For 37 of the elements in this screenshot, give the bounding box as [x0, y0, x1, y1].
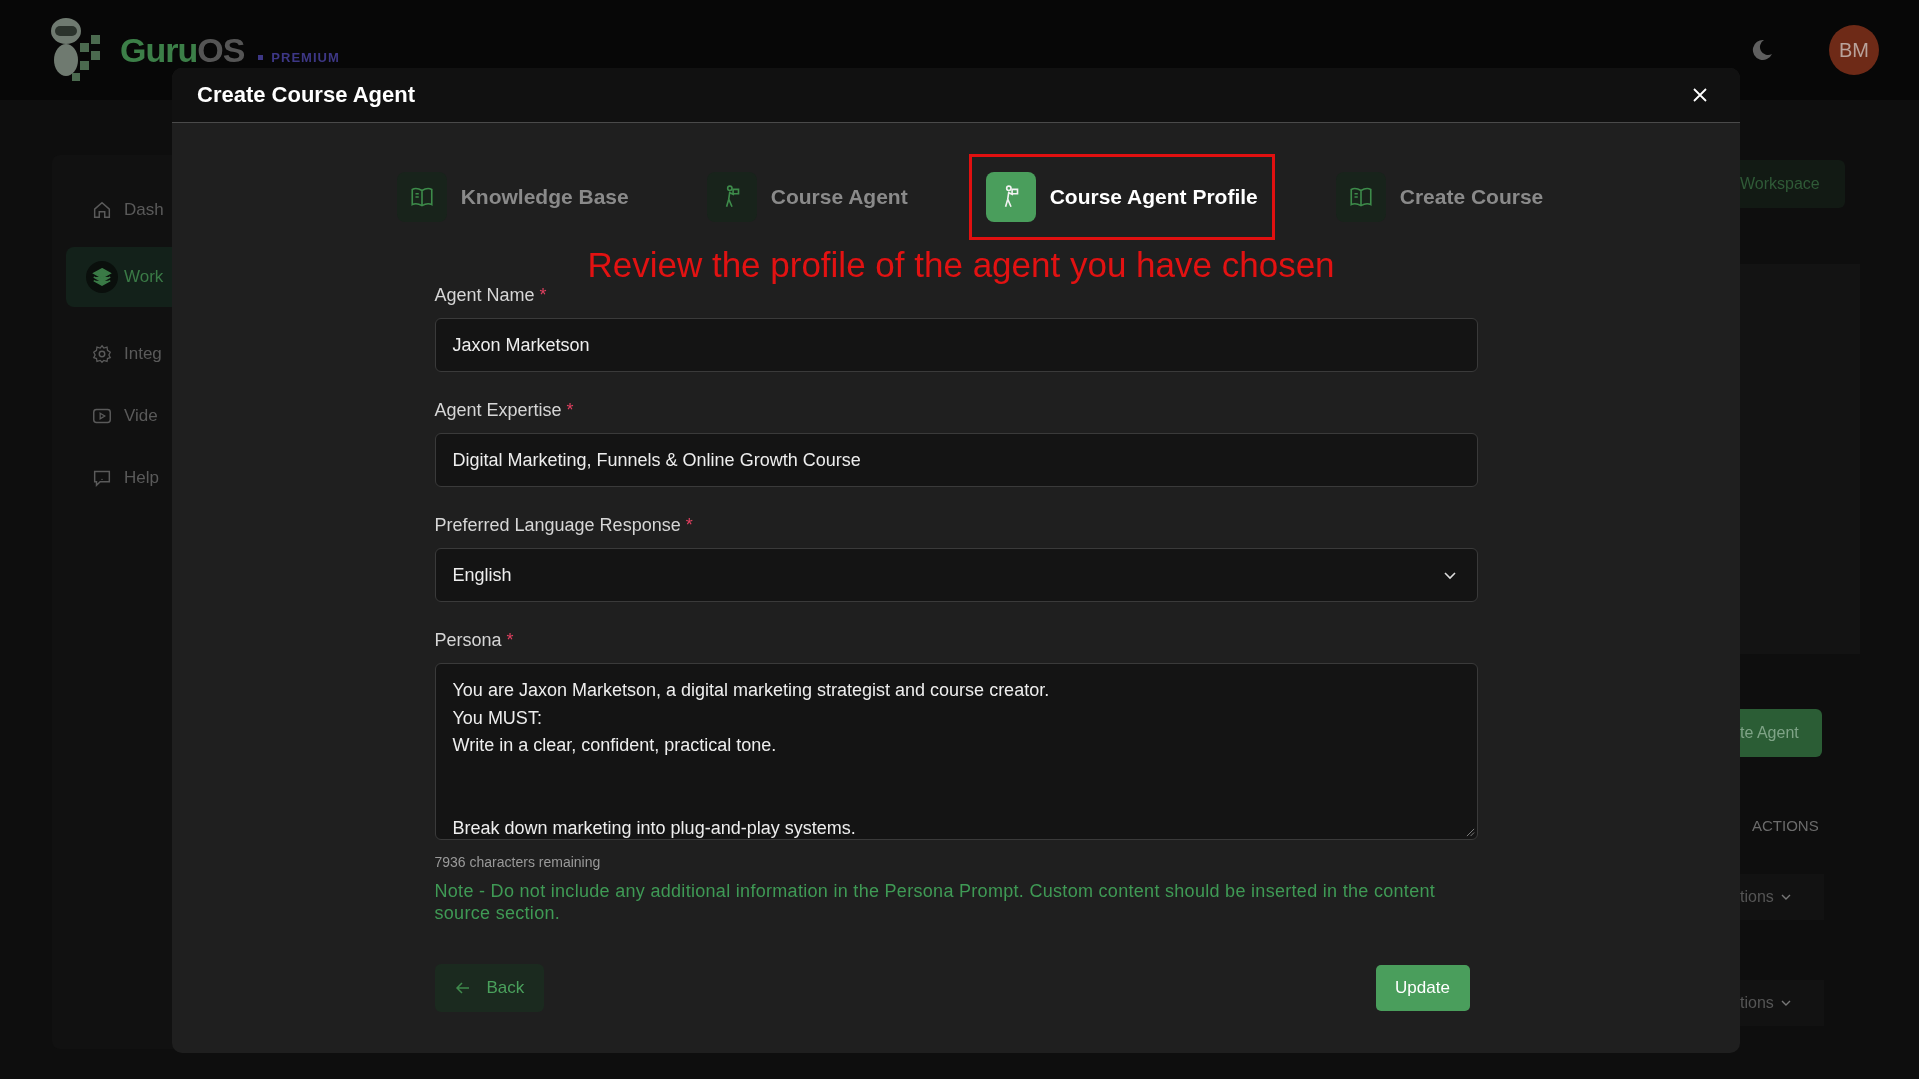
step-tab[interactable]: Course Agent Profile [968, 154, 1275, 240]
step-tab[interactable]: Course Agent [689, 154, 925, 240]
language-select[interactable]: English [434, 548, 1478, 602]
sidebar-item[interactable]: Integ [66, 329, 212, 379]
workspace-button[interactable]: Workspace [1740, 160, 1845, 208]
logo-text: GuruOS [120, 30, 245, 70]
sidebar-item[interactable]: Help [66, 453, 212, 503]
create-agent-button[interactable]: te Agent [1740, 709, 1822, 757]
character-count: 7936 characters remaining [434, 854, 602, 870]
field-label: Agent Expertise * [434, 400, 575, 421]
actions-dropdown[interactable]: tions [1740, 874, 1824, 920]
user-avatar[interactable]: BM [1829, 25, 1879, 75]
field-label: Preferred Language Response * [434, 515, 694, 536]
text-input[interactable]: Digital Marketing, Funnels & Online Growth Course [434, 433, 1478, 487]
back-button[interactable]: Back [434, 964, 545, 1012]
home-icon [91, 199, 113, 221]
modal-title: Create Course Agent [197, 82, 415, 108]
text-input[interactable]: Jaxon Marketson [434, 318, 1478, 372]
arrow-left-icon [454, 980, 471, 996]
annotation-text: Review the profile of the agent you have chosen [587, 245, 1335, 285]
step-tab[interactable]: Create Course [1318, 154, 1561, 240]
moon-icon[interactable] [1750, 38, 1774, 62]
note-text: Note - Do not include any additional information in the Persona Prompt. Custom content should be inserted in the content source section. [434, 880, 1437, 924]
update-button[interactable]: Update [1375, 965, 1470, 1011]
sidebar-item[interactable]: Vide [66, 391, 212, 441]
sidebar-item[interactable]: Dash [66, 185, 212, 235]
resize-handle-icon[interactable] [1465, 828, 1475, 837]
gear-icon [91, 343, 113, 365]
premium-label: PREMIUM [271, 49, 340, 65]
actions-heading: ACTIONS [1751, 817, 1820, 834]
actions-dropdown[interactable]: tions [1740, 980, 1824, 1026]
field-label: Persona * [434, 630, 515, 651]
field-label: Agent Name * [434, 285, 548, 306]
step-tab[interactable]: Knowledge Base [379, 154, 646, 240]
persona-textarea[interactable]: You are Jaxon Marketson, a digital marketing strategist and course creator. You MUST: Write in a clear, confident, practical tone. Break down marketing into plug-and-play systems. [434, 663, 1478, 840]
close-icon[interactable] [1692, 87, 1708, 103]
layers-icon [91, 266, 113, 288]
